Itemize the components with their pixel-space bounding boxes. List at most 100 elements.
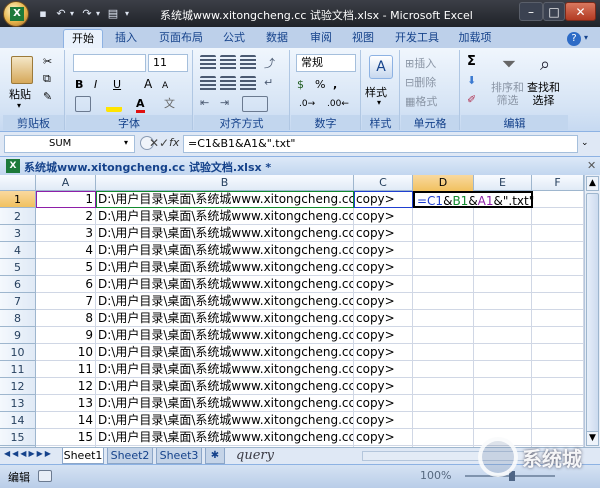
format-painter-icon[interactable]: ✎ [43,90,52,103]
cell-a1[interactable]: 1 [36,191,96,208]
format-cells-button[interactable]: ▦格式 [405,93,437,110]
cell-a10[interactable]: 10 [36,344,96,361]
sheet-tab-3[interactable]: Sheet3 [156,448,202,464]
cell-b12[interactable]: D:\用户目录\桌面\系统城www.xitongcheng.cc [96,378,354,395]
cell-d13[interactable] [413,395,474,412]
decrease-indent-icon[interactable]: ⇤ [200,96,216,112]
row-header[interactable]: 7 [0,293,36,310]
cell-d7[interactable] [413,293,474,310]
cell-c8[interactable]: copy> [354,310,413,327]
close-button[interactable]: ✕ [565,2,596,21]
cell-d3[interactable] [413,225,474,242]
percent-button[interactable]: % [315,76,325,93]
cell-f10[interactable] [532,344,584,361]
clear-icon[interactable]: ✐ [467,91,476,108]
row-header[interactable]: 11 [0,361,36,378]
cell-e7[interactable] [474,293,532,310]
styles-button[interactable]: 样式 [365,84,387,100]
cell-c6[interactable]: copy> [354,276,413,293]
paste-dropdown-icon[interactable]: ▾ [17,101,21,110]
paste-button[interactable]: 粘贴 [9,86,31,102]
cell-c13[interactable]: copy> [354,395,413,412]
cell-a12[interactable]: 12 [36,378,96,395]
fill-color-icon[interactable] [106,96,122,112]
tab-view[interactable]: 视图 [344,29,382,48]
minimize-button[interactable]: – [519,2,543,21]
column-header-b[interactable]: B [96,175,354,191]
column-header-c[interactable]: C [354,175,413,191]
undo-icon[interactable]: ↶ [54,7,68,20]
macro-record-icon[interactable] [38,470,52,482]
cell-a7[interactable]: 7 [36,293,96,310]
row-header[interactable]: 8 [0,310,36,327]
cell-b14[interactable]: D:\用户目录\桌面\系统城www.xitongcheng.cc [96,412,354,429]
cell-d14[interactable] [413,412,474,429]
cell-b7[interactable]: D:\用户目录\桌面\系统城www.xitongcheng.cc [96,293,354,310]
office-button[interactable]: X [3,1,29,27]
column-header-d[interactable]: D [413,175,474,191]
cell-c10[interactable]: copy> [354,344,413,361]
cell-d9[interactable] [413,327,474,344]
align-center-icon[interactable] [220,76,236,92]
cell-c12[interactable]: copy> [354,378,413,395]
scroll-down-button[interactable]: ▼ [586,431,599,446]
row-header[interactable]: 2 [0,208,36,225]
comma-button[interactable]: , [333,76,337,93]
cell-a14[interactable]: 14 [36,412,96,429]
cell-f12[interactable] [532,378,584,395]
number-format-select[interactable]: 常规 [296,54,356,72]
cell-c9[interactable]: copy> [354,327,413,344]
align-top-icon[interactable] [200,55,216,71]
cell-a2[interactable]: 2 [36,208,96,225]
cell-d15[interactable] [413,429,474,446]
align-bottom-icon[interactable] [240,55,256,71]
cell-f2[interactable] [532,208,584,225]
cell-a3[interactable]: 3 [36,225,96,242]
paste-icon[interactable] [11,56,33,84]
scroll-thumb[interactable] [586,193,599,433]
align-left-icon[interactable] [200,76,216,92]
cell-f11[interactable] [532,361,584,378]
sort-filter-button[interactable]: 排序和 筛选 [491,81,524,107]
cell-b9[interactable]: D:\用户目录\桌面\系统城www.xitongcheng.cc [96,327,354,344]
undo-dropdown-icon[interactable]: ▾ [68,7,76,20]
cell-b15[interactable]: D:\用户目录\桌面\系统城www.xitongcheng.cc [96,429,354,446]
cell-a4[interactable]: 4 [36,242,96,259]
cell-b8[interactable]: D:\用户目录\桌面\系统城www.xitongcheng.cc [96,310,354,327]
row-header[interactable]: 15 [0,429,36,446]
cell-c4[interactable]: copy> [354,242,413,259]
print-preview-icon[interactable]: ▤ [106,7,120,20]
cell-f14[interactable] [532,412,584,429]
name-box[interactable]: SUM [4,135,135,153]
cell-c2[interactable]: copy> [354,208,413,225]
font-size-select[interactable]: 11 [148,54,188,72]
increase-decimal-icon[interactable]: .0→ [299,96,315,113]
cell-b1[interactable]: D:\用户目录\桌面\系统城www.xitongcheng.cc [96,191,354,208]
fill-icon[interactable]: ⬇ [467,72,476,89]
cell-c11[interactable]: copy> [354,361,413,378]
cell-b5[interactable]: D:\用户目录\桌面\系统城www.xitongcheng.cc [96,259,354,276]
select-all-corner[interactable] [0,175,36,191]
tab-formulas[interactable]: 公式 [216,29,252,48]
cell-a13[interactable]: 13 [36,395,96,412]
merge-center-icon[interactable] [242,96,268,112]
cell-e9[interactable] [474,327,532,344]
cut-icon[interactable]: ✂ [43,55,52,68]
cell-a8[interactable]: 8 [36,310,96,327]
scroll-up-button[interactable]: ▲ [586,176,599,191]
tab-home[interactable]: 开始 [63,29,103,48]
decrease-decimal-icon[interactable]: .00← [327,96,349,113]
cell-c3[interactable]: copy> [354,225,413,242]
cell-c5[interactable]: copy> [354,259,413,276]
cell-b3[interactable]: D:\用户目录\桌面\系统城www.xitongcheng.cc [96,225,354,242]
wrap-text-icon[interactable]: ↵ [264,76,280,92]
cell-d10[interactable] [413,344,474,361]
row-header[interactable]: 4 [0,242,36,259]
cell-c7[interactable]: copy> [354,293,413,310]
save-icon[interactable]: ▪ [36,7,50,20]
tab-insert[interactable]: 插入 [108,29,144,48]
italic-button[interactable]: I [94,76,97,93]
cell-d4[interactable] [413,242,474,259]
vertical-scrollbar[interactable]: ▲ ▼ [584,175,600,447]
cell-f13[interactable] [532,395,584,412]
